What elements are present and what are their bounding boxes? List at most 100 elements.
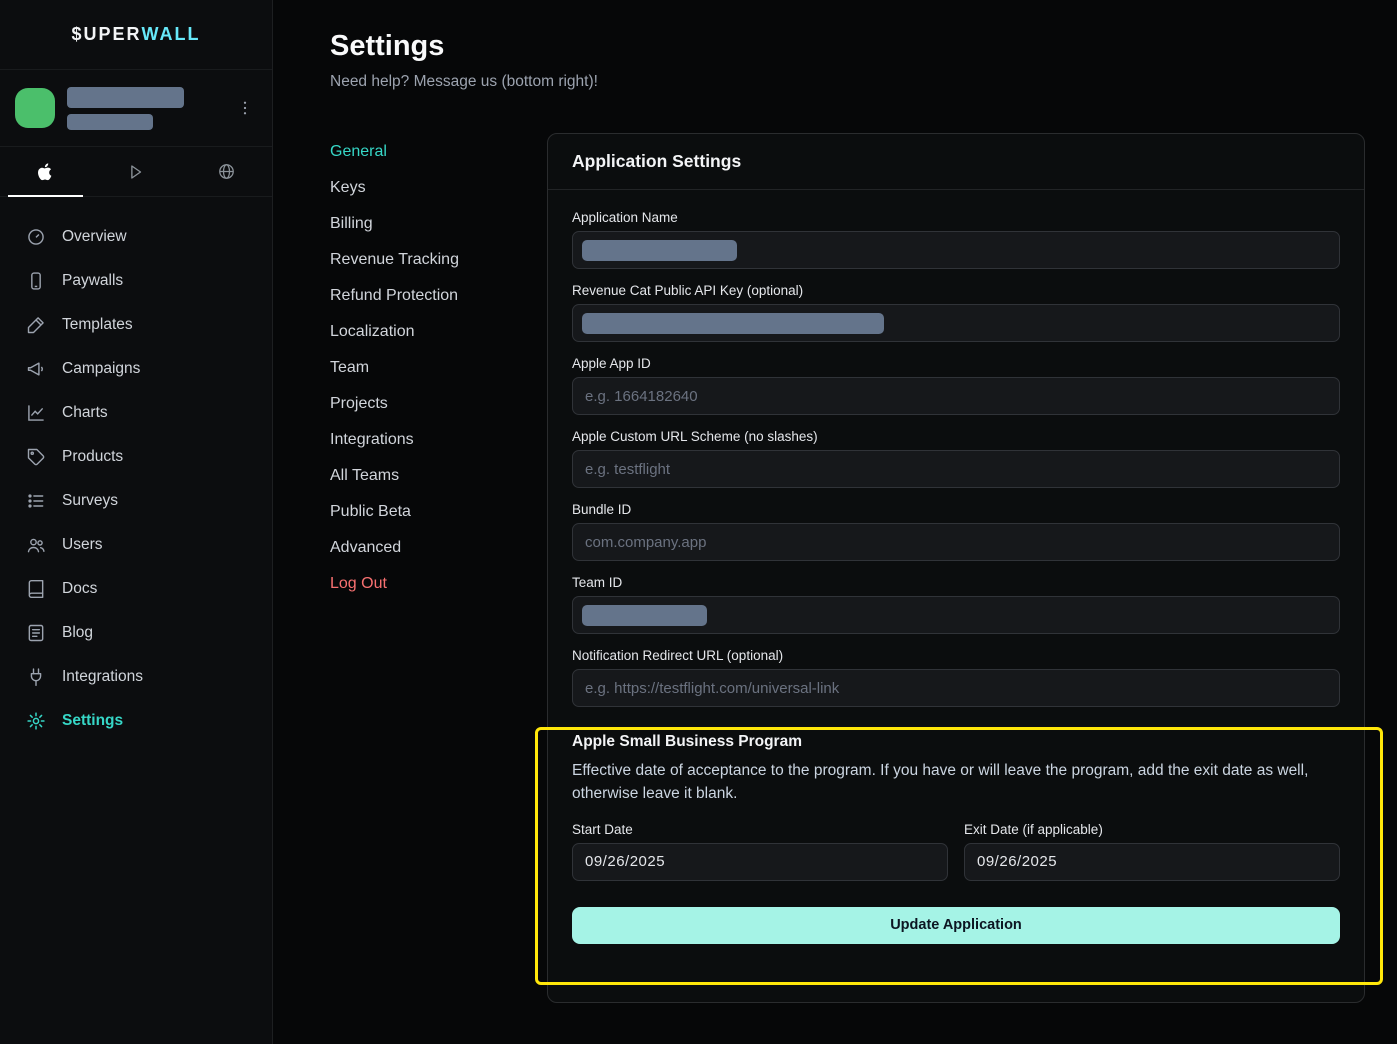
settings-nav-billing[interactable]: Billing <box>330 207 547 243</box>
sidebar-item-label: Products <box>62 448 123 466</box>
field-label: Bundle ID <box>572 502 1340 517</box>
redacted-value-bar <box>582 240 737 261</box>
start-date-field: Start Date <box>572 822 948 881</box>
bundle-id-input[interactable] <box>572 523 1340 561</box>
card-title: Application Settings <box>548 134 1364 190</box>
settings-nav-advanced[interactable]: Advanced <box>330 531 547 567</box>
update-application-button[interactable]: Update Application <box>572 907 1340 944</box>
field-notification-redirect-url: Notification Redirect URL (optional) <box>572 648 1340 707</box>
field-revenuecat-api-key: Revenue Cat Public API Key (optional) <box>572 283 1340 342</box>
globe-icon <box>217 162 236 181</box>
redacted-app-info <box>67 87 220 130</box>
application-name-input[interactable] <box>572 231 1340 269</box>
settings-nav-public-beta[interactable]: Public Beta <box>330 495 547 531</box>
sidebar-item-settings[interactable]: Settings <box>0 699 272 743</box>
redacted-app-name-bar <box>67 87 184 108</box>
sidebar-item-users[interactable]: Users <box>0 523 272 567</box>
logo-text-accent: WALL <box>142 24 201 45</box>
settings-nav: General Keys Billing Revenue Tracking Re… <box>330 133 547 1003</box>
megaphone-icon <box>26 359 46 379</box>
settings-nav-team[interactable]: Team <box>330 351 547 387</box>
app-switcher[interactable] <box>0 70 272 147</box>
field-apple-app-id: Apple App ID <box>572 356 1340 415</box>
plug-icon <box>26 667 46 687</box>
sidebar-item-charts[interactable]: Charts <box>0 391 272 435</box>
page-title: Settings <box>330 30 1365 63</box>
custom-url-scheme-input[interactable] <box>572 450 1340 488</box>
platform-tabs <box>0 147 272 197</box>
tab-web[interactable] <box>181 147 272 196</box>
field-label: Exit Date (if applicable) <box>964 822 1340 837</box>
sidebar-item-templates[interactable]: Templates <box>0 303 272 347</box>
settings-nav-projects[interactable]: Projects <box>330 387 547 423</box>
application-settings-card: Application Settings Application Name Re… <box>547 133 1365 1003</box>
small-business-title: Apple Small Business Program <box>572 733 1340 751</box>
field-label: Start Date <box>572 822 948 837</box>
sidebar-item-integrations[interactable]: Integrations <box>0 655 272 699</box>
brand-logo[interactable]: $UPERWALL <box>0 0 272 70</box>
gauge-icon <box>26 227 46 247</box>
team-id-input[interactable] <box>572 596 1340 634</box>
main-content: Settings Need help? Message us (bottom r… <box>273 0 1397 1044</box>
redacted-value-bar <box>582 605 707 626</box>
redacted-value-bar <box>582 313 884 334</box>
field-label: Apple App ID <box>572 356 1340 371</box>
settings-nav-keys[interactable]: Keys <box>330 171 547 207</box>
users-icon <box>26 535 46 555</box>
exit-date-field: Exit Date (if applicable) <box>964 822 1340 881</box>
sidebar-item-products[interactable]: Products <box>0 435 272 479</box>
logo-text: $UPER <box>71 24 141 45</box>
settings-nav-integrations[interactable]: Integrations <box>330 423 547 459</box>
field-team-id: Team ID <box>572 575 1340 634</box>
start-date-input[interactable] <box>572 843 948 881</box>
brush-icon <box>26 315 46 335</box>
sidebar-nav: Overview Paywalls Templates Campaigns Ch… <box>0 197 272 743</box>
sidebar-item-label: Paywalls <box>62 272 123 290</box>
small-business-description: Effective date of acceptance to the prog… <box>572 759 1340 806</box>
sidebar-item-paywalls[interactable]: Paywalls <box>0 259 272 303</box>
field-custom-url-scheme: Apple Custom URL Scheme (no slashes) <box>572 429 1340 488</box>
tab-apple[interactable] <box>0 147 91 196</box>
sidebar-item-blog[interactable]: Blog <box>0 611 272 655</box>
sidebar-item-label: Settings <box>62 712 123 730</box>
sidebar-item-label: Overview <box>62 228 127 246</box>
settings-nav-general[interactable]: General <box>330 135 547 171</box>
field-label: Team ID <box>572 575 1340 590</box>
book-icon <box>26 579 46 599</box>
settings-nav-all-teams[interactable]: All Teams <box>330 459 547 495</box>
sidebar-item-label: Campaigns <box>62 360 140 378</box>
tag-icon <box>26 447 46 467</box>
exit-date-input[interactable] <box>964 843 1340 881</box>
field-label: Notification Redirect URL (optional) <box>572 648 1340 663</box>
sidebar-item-docs[interactable]: Docs <box>0 567 272 611</box>
chart-icon <box>26 403 46 423</box>
redacted-app-subtitle-bar <box>67 114 153 130</box>
settings-nav-localization[interactable]: Localization <box>330 315 547 351</box>
apple-icon <box>35 162 55 182</box>
revenuecat-api-key-input[interactable] <box>572 304 1340 342</box>
phone-icon <box>26 271 46 291</box>
settings-nav-log-out[interactable]: Log Out <box>330 567 547 603</box>
kebab-menu-icon[interactable] <box>232 95 258 121</box>
sidebar-item-label: Surveys <box>62 492 118 510</box>
gear-icon <box>26 711 46 731</box>
sidebar-item-overview[interactable]: Overview <box>0 215 272 259</box>
google-play-icon <box>127 163 145 181</box>
sidebar-item-label: Integrations <box>62 668 143 686</box>
field-application-name: Application Name <box>572 210 1340 269</box>
notification-redirect-url-input[interactable] <box>572 669 1340 707</box>
settings-nav-revenue-tracking[interactable]: Revenue Tracking <box>330 243 547 279</box>
field-label: Revenue Cat Public API Key (optional) <box>572 283 1340 298</box>
apple-app-id-input[interactable] <box>572 377 1340 415</box>
app-root: $UPERWALL <box>0 0 1397 1044</box>
sidebar-item-label: Charts <box>62 404 108 422</box>
sidebar-item-surveys[interactable]: Surveys <box>0 479 272 523</box>
app-avatar <box>15 88 55 128</box>
sidebar-item-campaigns[interactable]: Campaigns <box>0 347 272 391</box>
tab-google-play[interactable] <box>91 147 182 196</box>
page-subtitle: Need help? Message us (bottom right)! <box>330 73 1365 91</box>
field-label: Application Name <box>572 210 1340 225</box>
settings-nav-refund-protection[interactable]: Refund Protection <box>330 279 547 315</box>
sidebar-item-label: Templates <box>62 316 133 334</box>
sidebar-item-label: Docs <box>62 580 97 598</box>
